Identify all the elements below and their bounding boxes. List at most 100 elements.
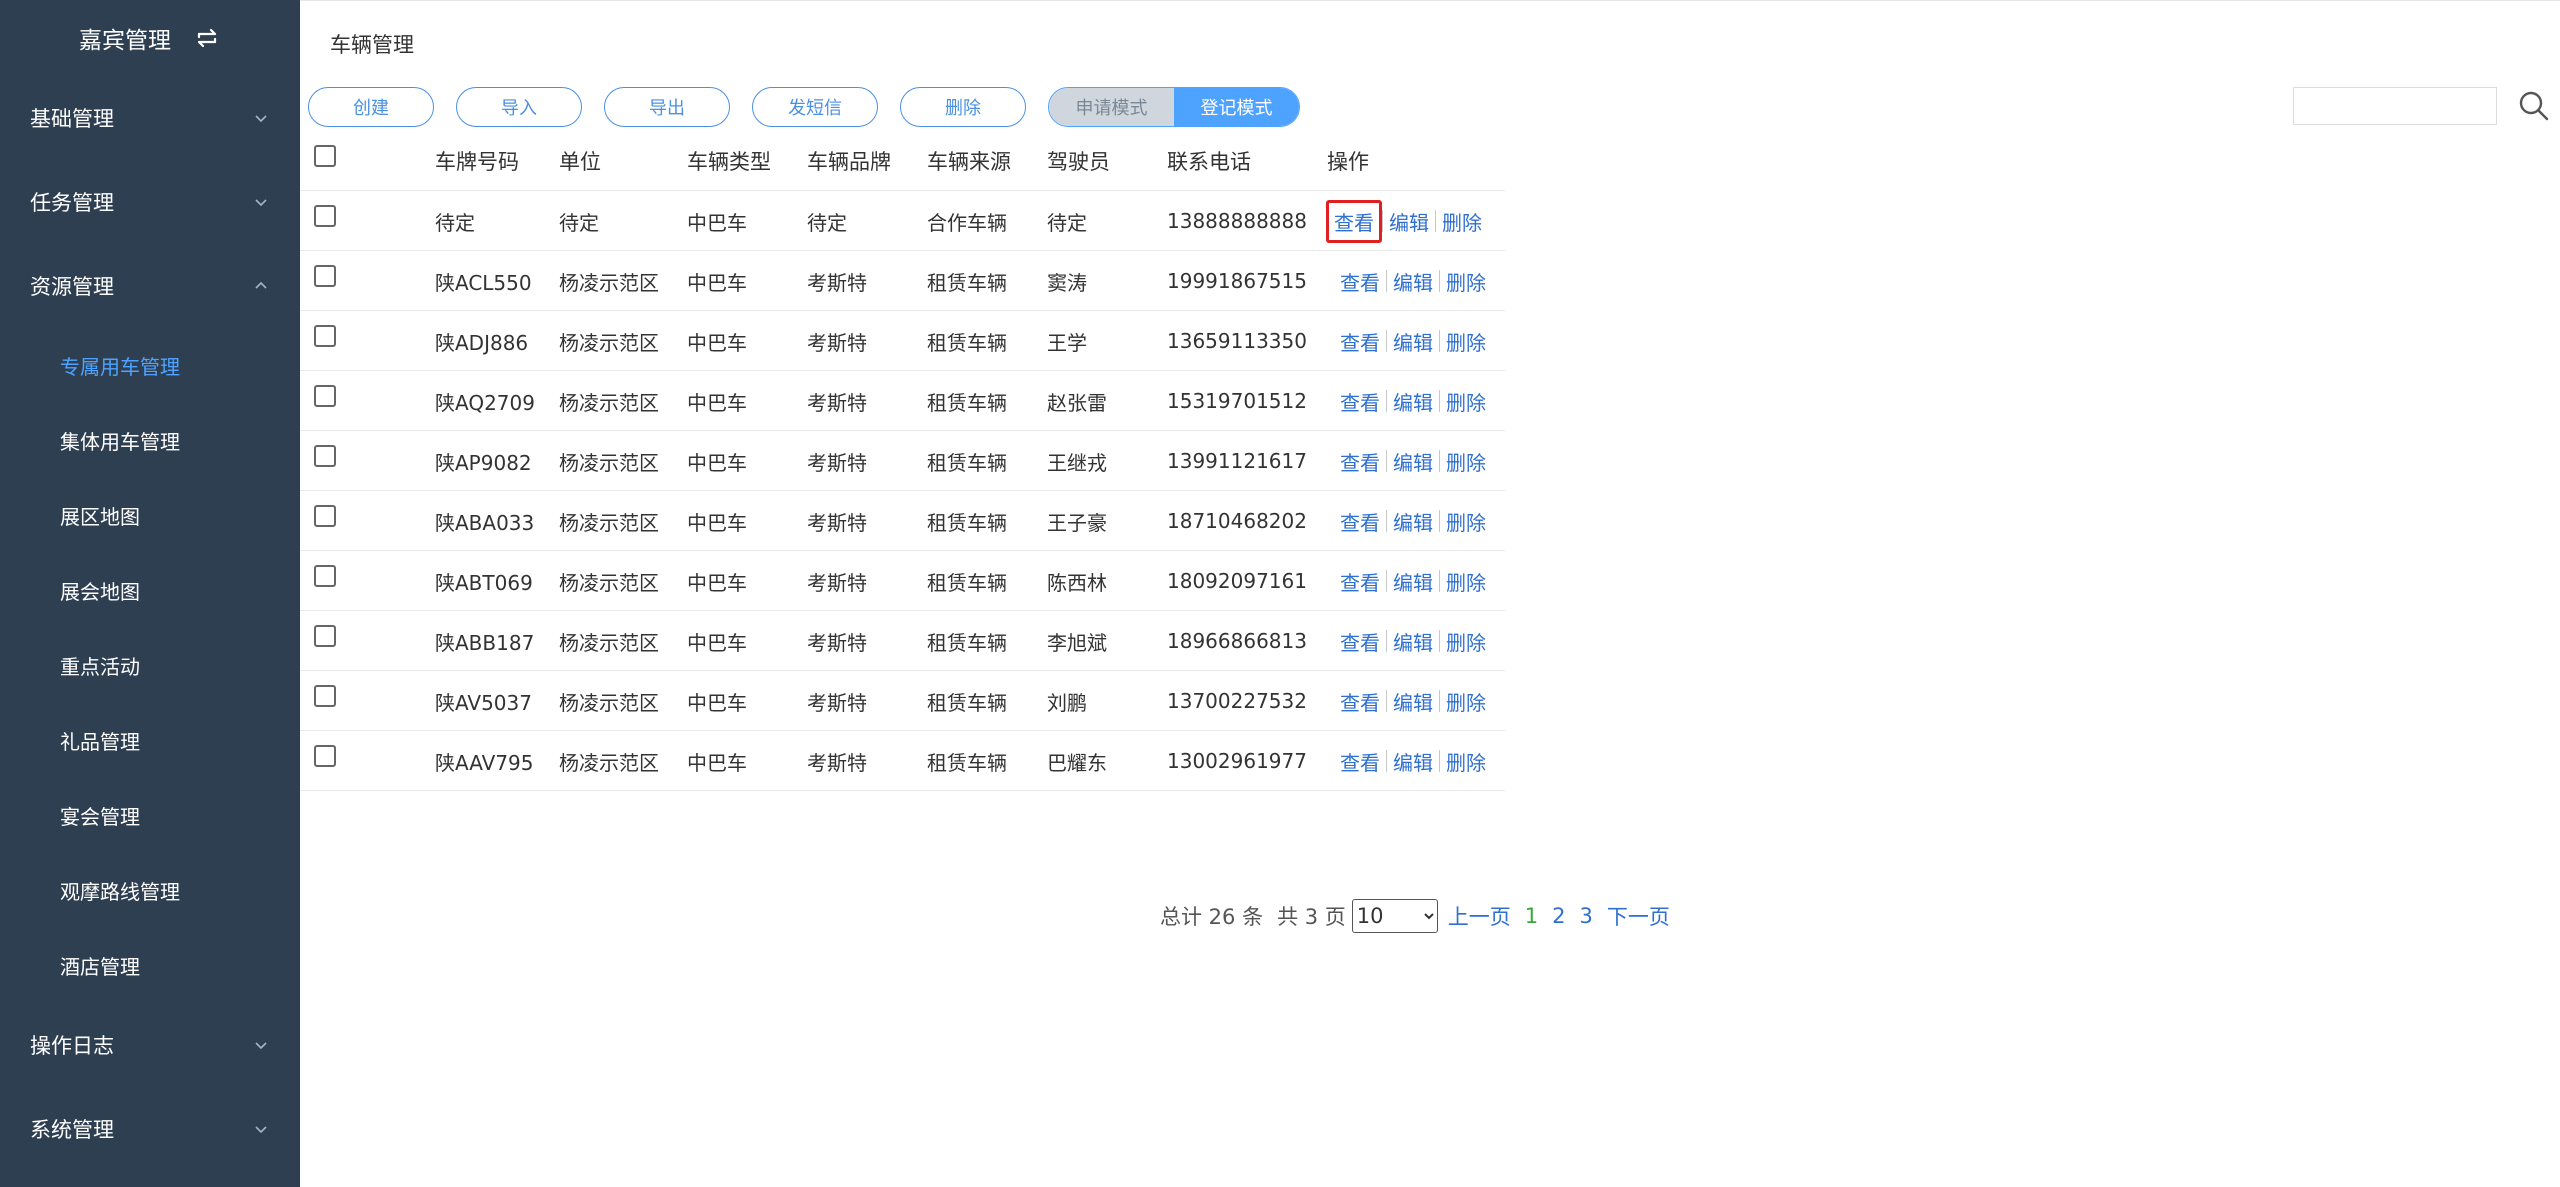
table-row: 陕ADJ886 杨凌示范区 中巴车 考斯特 租赁车辆 王学 13659113350 查看 编辑删…	[300, 311, 1505, 371]
edit-link[interactable]: 编辑	[1387, 627, 1439, 656]
cell-plate: 陕ABT069	[435, 570, 533, 595]
delete-link[interactable]: 删除	[1440, 507, 1492, 536]
row-actions: 查看 编辑 删除	[1334, 491, 1492, 551]
row-checkbox[interactable]	[314, 505, 336, 527]
submenu-item-key-events[interactable]: 重点活动	[0, 635, 300, 695]
cell-unit: 杨凌示范区	[559, 690, 659, 715]
edit-link[interactable]: 编辑	[1387, 507, 1439, 536]
submenu-item-dedicated-vehicles[interactable]: 专属用车管理	[0, 335, 300, 395]
cell-vehicle-source: 合作车辆	[927, 210, 1007, 235]
cell-vehicle-type: 中巴车	[687, 570, 747, 595]
send-sms-button[interactable]: 发短信	[752, 87, 878, 127]
chevron-up-icon	[255, 281, 267, 289]
edit-link[interactable]: 编辑	[1387, 387, 1439, 416]
delete-link[interactable]: 删除	[1440, 327, 1492, 356]
select-all-checkbox[interactable]	[314, 145, 336, 167]
search-icon[interactable]	[2517, 89, 2551, 123]
delete-link[interactable]: 删除	[1440, 627, 1492, 656]
menu-group-resource[interactable]: 资源管理	[0, 258, 300, 314]
delete-link[interactable]: 删除	[1440, 747, 1492, 776]
submenu-item-tour-routes[interactable]: 观摩路线管理	[0, 860, 300, 920]
cell-phone: 13002961977	[1167, 749, 1307, 773]
row-checkbox[interactable]	[314, 445, 336, 467]
view-link[interactable]: 查看	[1334, 267, 1386, 296]
menu-group-basic[interactable]: 基础管理	[0, 90, 300, 146]
apply-mode-option[interactable]: 申请模式	[1049, 88, 1174, 126]
submenu-item-expo-map[interactable]: 展会地图	[0, 560, 300, 620]
row-checkbox[interactable]	[314, 685, 336, 707]
row-checkbox[interactable]	[314, 565, 336, 587]
header-unit: 单位	[559, 150, 601, 174]
view-link[interactable]: 查看	[1334, 747, 1386, 776]
cell-vehicle-type: 中巴车	[687, 750, 747, 775]
edit-link[interactable]: 编辑	[1383, 207, 1435, 236]
cell-driver: 赵张雷	[1047, 390, 1107, 415]
delete-link[interactable]: 删除	[1440, 267, 1492, 296]
delete-link[interactable]: 删除	[1436, 207, 1488, 236]
brand: 嘉宾管理	[0, 0, 300, 75]
edit-link[interactable]: 编辑	[1387, 447, 1439, 476]
import-button[interactable]: 导入	[456, 87, 582, 127]
view-link[interactable]: 查看	[1334, 567, 1386, 596]
cell-unit: 杨凌示范区	[559, 390, 659, 415]
cell-driver: 王子豪	[1047, 510, 1107, 535]
export-button[interactable]: 导出	[604, 87, 730, 127]
edit-link[interactable]: 编辑	[1387, 687, 1439, 716]
cell-plate: 陕AV5037	[435, 690, 532, 715]
view-link[interactable]: 查看	[1334, 327, 1386, 356]
page-link-3[interactable]: 3	[1580, 904, 1593, 928]
next-page-link[interactable]: 下一页	[1607, 901, 1670, 931]
submenu-item-group-vehicles[interactable]: 集体用车管理	[0, 410, 300, 470]
delete-link[interactable]: 删除	[1440, 567, 1492, 596]
cell-vehicle-type: 中巴车	[687, 210, 747, 235]
edit-link[interactable]: 编辑	[1387, 567, 1439, 596]
cell-phone: 18092097161	[1167, 569, 1307, 593]
view-link[interactable]: 查看	[1326, 199, 1382, 243]
cell-vehicle-type: 中巴车	[687, 630, 747, 655]
row-checkbox[interactable]	[314, 265, 336, 287]
view-link[interactable]: 查看	[1334, 507, 1386, 536]
cell-vehicle-source: 租赁车辆	[927, 630, 1007, 655]
edit-link[interactable]: 编辑	[1387, 267, 1439, 296]
page-link-1[interactable]: 1	[1525, 904, 1538, 928]
cell-phone: 18966866813	[1167, 629, 1307, 653]
cell-plate: 陕ADJ886	[435, 330, 529, 355]
row-checkbox[interactable]	[314, 205, 336, 227]
cell-vehicle-type: 中巴车	[687, 270, 747, 295]
edit-link[interactable]: 编辑	[1387, 747, 1439, 776]
row-checkbox[interactable]	[314, 385, 336, 407]
view-link[interactable]: 查看	[1334, 387, 1386, 416]
row-checkbox[interactable]	[314, 325, 336, 347]
submenu-item-hotels[interactable]: 酒店管理	[0, 935, 300, 995]
prev-page-link[interactable]: 上一页	[1448, 901, 1511, 931]
search-input[interactable]	[2293, 87, 2497, 125]
delete-button[interactable]: 删除	[900, 87, 1026, 127]
menu-group-system[interactable]: 系统管理	[0, 1101, 300, 1157]
submenu-label: 专属用车管理	[60, 354, 180, 379]
menu-group-label: 资源管理	[30, 275, 114, 299]
chevron-down-icon	[255, 115, 267, 123]
edit-link[interactable]: 编辑	[1387, 327, 1439, 356]
cell-plate: 陕ABB187	[435, 630, 535, 655]
view-link[interactable]: 查看	[1334, 627, 1386, 656]
page-link-2[interactable]: 2	[1552, 904, 1565, 928]
menu-group-logs[interactable]: 操作日志	[0, 1017, 300, 1073]
create-button[interactable]: 创建	[308, 87, 434, 127]
menu-group-task[interactable]: 任务管理	[0, 174, 300, 230]
row-checkbox[interactable]	[314, 745, 336, 767]
view-link[interactable]: 查看	[1334, 447, 1386, 476]
cell-plate: 陕ABA033	[435, 510, 535, 535]
page-size-select[interactable]: 10	[1351, 899, 1438, 933]
switch-icon[interactable]	[193, 24, 221, 52]
register-mode-option[interactable]: 登记模式	[1174, 88, 1299, 126]
cell-plate: 陕AQ2709	[435, 390, 535, 415]
row-checkbox[interactable]	[314, 625, 336, 647]
submenu-item-exhibition-map[interactable]: 展区地图	[0, 485, 300, 545]
submenu-item-banquets[interactable]: 宴会管理	[0, 785, 300, 845]
delete-link[interactable]: 删除	[1440, 447, 1492, 476]
row-actions: 查看 编辑 删除	[1334, 371, 1492, 431]
submenu-item-gifts[interactable]: 礼品管理	[0, 710, 300, 770]
view-link[interactable]: 查看	[1334, 687, 1386, 716]
delete-link[interactable]: 删除	[1440, 687, 1492, 716]
delete-link[interactable]: 删除	[1440, 387, 1492, 416]
